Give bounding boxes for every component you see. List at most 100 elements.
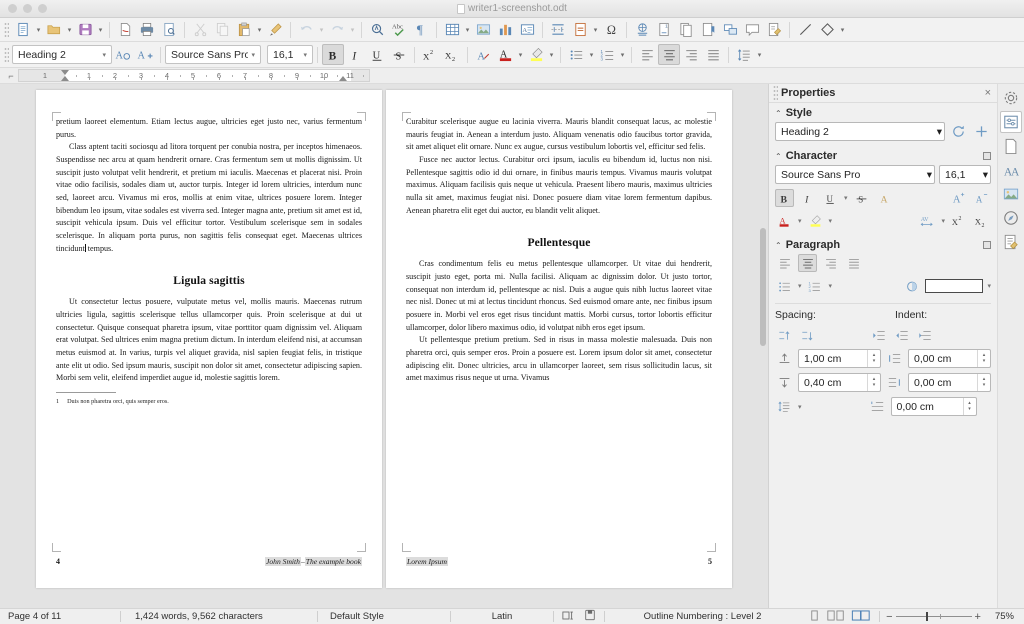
clear-formatting-button[interactable]: A (472, 44, 494, 65)
insert-comment-button[interactable] (741, 19, 763, 40)
spacing-below-spinner[interactable]: 0,40 cm ▴▾ (798, 373, 881, 392)
save-state-icon[interactable] (584, 609, 604, 624)
word-count[interactable]: 1,424 words, 9,562 characters (121, 611, 317, 622)
insert-page-break-button[interactable] (547, 19, 569, 40)
line-spacing-icon[interactable] (775, 398, 794, 416)
zoom-slider[interactable]: − + (880, 611, 987, 623)
save-document-button[interactable] (74, 19, 96, 40)
indent-before-spinner[interactable]: 0,00 cm ▴▾ (908, 349, 991, 368)
chevron-down-icon[interactable]: ▾ (983, 169, 988, 181)
font-color-dropdown[interactable]: ▾ (516, 45, 525, 65)
chevron-down-icon[interactable]: ▾ (927, 169, 932, 181)
ordered-list-dropdown[interactable]: ▾ (829, 282, 833, 290)
redo-dropdown[interactable]: ▾ (348, 20, 357, 40)
background-color-dropdown[interactable]: ▾ (987, 282, 991, 290)
italic-button[interactable]: I (344, 44, 366, 65)
sidebar-properties-button[interactable] (1000, 111, 1022, 133)
strikethrough-button[interactable]: S (852, 189, 871, 207)
character-dialog-button[interactable] (983, 152, 991, 160)
basic-shapes-button[interactable] (816, 19, 838, 40)
paragraph-style-combobox[interactable]: Heading 2 ▾ (12, 45, 112, 64)
sidebar-page-button[interactable] (1000, 135, 1022, 157)
unordered-list-dropdown[interactable]: ▾ (587, 45, 596, 65)
unordered-list-button[interactable] (565, 44, 587, 65)
line-spacing-dropdown[interactable]: ▾ (755, 45, 764, 65)
footnote[interactable]: 1 Duis non pharetra orci, quis semper er… (56, 397, 362, 406)
background-color-swatch[interactable] (925, 279, 983, 293)
increase-paragraph-spacing-button[interactable] (775, 326, 794, 344)
italic-button[interactable]: I (798, 189, 817, 207)
insert-cross-reference-button[interactable] (719, 19, 741, 40)
unordered-list-dropdown[interactable]: ▾ (798, 282, 802, 290)
ordered-list-button[interactable]: 123 (596, 44, 618, 65)
indent-after-spinner[interactable]: 0,00 cm ▴▾ (908, 373, 991, 392)
scrollbar-thumb[interactable] (760, 228, 766, 346)
underline-button[interactable]: U (821, 189, 840, 207)
insert-endnote-button[interactable] (675, 19, 697, 40)
open-document-dropdown[interactable]: ▾ (65, 20, 74, 40)
cut-button[interactable] (189, 19, 211, 40)
right-indent-marker[interactable] (339, 76, 347, 81)
paragraph-background-icon[interactable] (902, 277, 921, 295)
font-color-dropdown[interactable]: ▾ (798, 217, 802, 225)
toolbar-grip[interactable] (4, 47, 9, 63)
formatting-marks-button[interactable]: ¶ (410, 19, 432, 40)
outline-level-indicator[interactable]: Outline Numbering : Level 2 (636, 611, 770, 622)
superscript-button[interactable]: X2 (949, 212, 968, 230)
increase-indent-button[interactable] (869, 326, 888, 344)
insert-special-character-button[interactable]: Ω (600, 19, 622, 40)
zoom-track[interactable] (896, 616, 972, 617)
align-center-button[interactable] (798, 254, 817, 272)
book-view-button[interactable] (851, 610, 871, 624)
superscript-button[interactable]: X2 (419, 44, 441, 65)
bold-button[interactable]: B (775, 189, 794, 207)
undo-button[interactable] (295, 19, 317, 40)
paragraph[interactable]: Curabitur scelerisque augue eu lacinia v… (406, 116, 712, 154)
page-footer-left[interactable]: 4 John Smith – The example book (56, 557, 362, 566)
update-style-button[interactable]: A (112, 44, 134, 65)
insert-table-button[interactable] (441, 19, 463, 40)
print-button[interactable] (136, 19, 158, 40)
page-style[interactable]: Default Style (318, 611, 450, 622)
highlight-color-button[interactable] (806, 212, 825, 230)
zoom-in-button[interactable]: + (975, 611, 981, 623)
character-spacing-dropdown[interactable]: ▾ (941, 217, 945, 225)
chevron-up-icon[interactable]: ⌃ (775, 152, 782, 161)
spacing-above-spinner[interactable]: 1,00 cm ▴▾ (798, 349, 881, 368)
align-center-button[interactable] (658, 44, 680, 65)
paragraph[interactable]: Ut pellentesque pretium pretium. Sed in … (406, 334, 712, 385)
spinner-arrows[interactable]: ▴▾ (977, 374, 990, 391)
line-spacing-button[interactable] (733, 44, 755, 65)
insert-text-box-button[interactable]: A (516, 19, 538, 40)
insert-bookmark-button[interactable] (697, 19, 719, 40)
insert-footnote-button[interactable]: 1 (653, 19, 675, 40)
redo-button[interactable] (326, 19, 348, 40)
track-changes-button[interactable] (763, 19, 785, 40)
tab-stop-selector[interactable]: ⌐ (4, 71, 18, 81)
chevron-down-icon[interactable]: ▾ (300, 51, 310, 59)
vertical-scrollbar[interactable] (759, 88, 767, 604)
strikethrough-button[interactable]: S (388, 44, 410, 65)
underline-dropdown[interactable]: ▾ (844, 194, 848, 202)
highlight-color-button[interactable] (525, 44, 547, 65)
close-icon[interactable]: × (985, 87, 991, 99)
underline-button[interactable]: U (366, 44, 388, 65)
spinner-arrows[interactable]: ▴▾ (867, 350, 880, 367)
character-spacing-button[interactable]: AV (918, 212, 937, 230)
highlight-color-dropdown[interactable]: ▾ (829, 217, 833, 225)
paragraph[interactable]: Class aptent taciti sociosqu ad litora t… (56, 141, 362, 255)
view-layout-buttons[interactable] (800, 610, 879, 624)
line-spacing-dropdown[interactable]: ▾ (798, 403, 802, 411)
document-page-left[interactable]: pretium laoreet elementum. Etiam lectus … (36, 90, 382, 588)
style-section-header[interactable]: ⌃ Style (769, 103, 997, 122)
document-canvas[interactable]: pretium laoreet elementum. Etiam lectus … (0, 84, 768, 608)
new-document-button[interactable] (12, 19, 34, 40)
character-section-header[interactable]: ⌃ Character (769, 146, 997, 165)
subscript-button[interactable]: X2 (972, 212, 991, 230)
paste-dropdown[interactable]: ▾ (255, 20, 264, 40)
decrease-font-size-button[interactable]: A (972, 189, 991, 207)
zoom-out-button[interactable]: − (886, 611, 892, 623)
sidebar-settings-button[interactable] (1000, 87, 1022, 109)
new-document-dropdown[interactable]: ▾ (34, 20, 43, 40)
paragraph[interactable]: Fusce nec auctor lectus. Curabitur orci … (406, 154, 712, 217)
